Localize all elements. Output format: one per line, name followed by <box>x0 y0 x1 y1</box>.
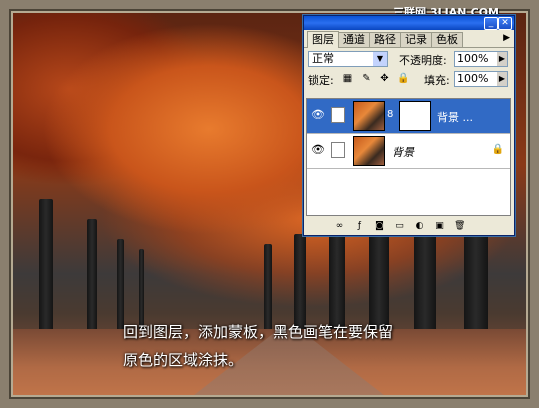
layer-row-background[interactable]: 👁 背景 🔒 <box>307 134 510 169</box>
panel-bottom-toolbar: ∞ ƒ ◙ ▭ ◐ ▣ 🗑 <box>306 219 511 233</box>
layer-name[interactable]: 背景 <box>392 144 414 160</box>
tab-channels[interactable]: 通道 <box>338 32 370 47</box>
lock-transparency-icon[interactable]: ▦ <box>342 73 353 84</box>
fill-arrow-icon[interactable]: ▶ <box>497 72 507 86</box>
layer-row-masked[interactable]: 👁 8 背景 ... <box>307 99 510 134</box>
opacity-label: 不透明度: <box>399 54 447 67</box>
link-layers-icon[interactable]: ∞ <box>334 221 345 232</box>
tab-paths[interactable]: 路径 <box>369 32 401 47</box>
layers-list: 👁 8 背景 ... 👁 背景 🔒 <box>306 98 511 216</box>
layer-name[interactable]: 背景 ... <box>437 109 473 125</box>
chain-link-icon[interactable]: 8 <box>387 109 393 120</box>
layer-thumbnail <box>353 136 385 166</box>
tab-history[interactable]: 记录 <box>400 32 432 47</box>
fill-field[interactable]: 100% ▶ <box>454 71 508 87</box>
layer-mask-thumbnail[interactable] <box>399 101 431 131</box>
layer-link-box[interactable] <box>331 142 345 158</box>
layer-link-box[interactable] <box>331 107 345 123</box>
tab-layers[interactable]: 图层 <box>307 31 339 48</box>
lock-pixels-icon[interactable]: ✎ <box>361 73 372 84</box>
panel-tabs: 图层 通道 路径 记录 色板 ▶ <box>304 30 514 48</box>
lock-row: 锁定: ▦ ✎ ✥ 🔒 填充: 100% ▶ <box>304 68 514 88</box>
lock-position-icon[interactable]: ✥ <box>379 73 390 84</box>
chevron-down-icon: ▼ <box>373 52 387 66</box>
layer-style-icon[interactable]: ƒ <box>354 221 365 232</box>
eye-icon[interactable]: 👁 <box>311 109 325 121</box>
close-icon[interactable]: ✕ <box>498 17 512 30</box>
blend-row: 正常 ▼ 不透明度: 100% ▶ <box>304 48 514 68</box>
layers-panel: _ ✕ 图层 通道 路径 记录 色板 ▶ 正常 ▼ 不透明度: 100% ▶ 锁… <box>303 15 515 236</box>
trash-icon[interactable]: 🗑 <box>454 221 465 232</box>
opacity-field[interactable]: 100% ▶ <box>454 51 508 67</box>
new-layer-icon[interactable]: ▣ <box>434 221 445 232</box>
panel-titlebar[interactable]: _ ✕ <box>304 16 514 30</box>
adjustment-layer-icon[interactable]: ◐ <box>414 221 425 232</box>
panel-menu-icon[interactable]: ▶ <box>503 33 510 43</box>
add-mask-icon[interactable]: ◙ <box>374 221 385 232</box>
minimize-icon[interactable]: _ <box>484 17 498 30</box>
lock-icon: 🔒 <box>491 144 504 155</box>
fill-label: 填充: <box>424 74 450 87</box>
opacity-arrow-icon[interactable]: ▶ <box>497 52 507 66</box>
blend-mode-select[interactable]: 正常 ▼ <box>308 51 388 67</box>
tab-swatches[interactable]: 色板 <box>431 32 463 47</box>
lock-label: 锁定: <box>308 74 334 87</box>
layer-thumbnail <box>353 101 385 131</box>
lock-all-icon[interactable]: 🔒 <box>397 73 409 84</box>
eye-icon[interactable]: 👁 <box>311 144 325 156</box>
new-group-icon[interactable]: ▭ <box>394 221 405 232</box>
